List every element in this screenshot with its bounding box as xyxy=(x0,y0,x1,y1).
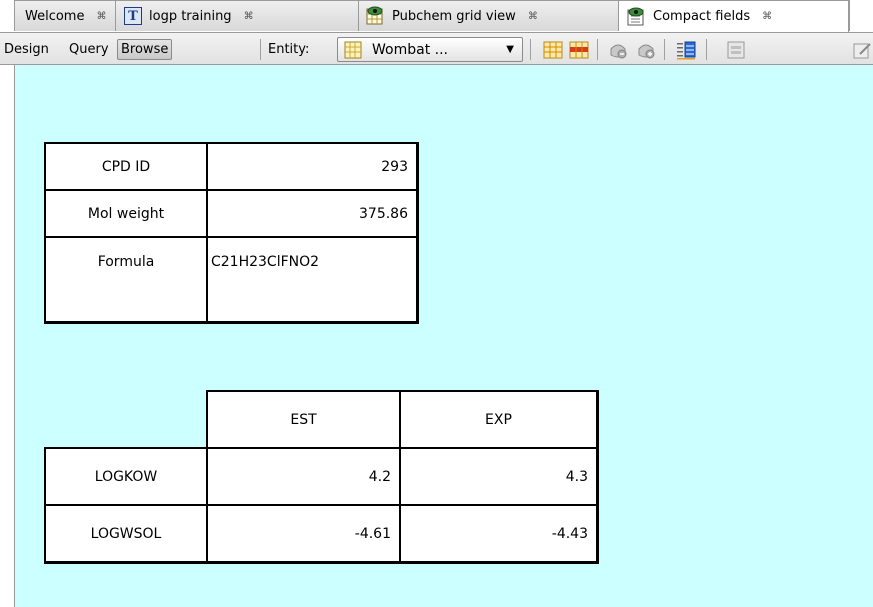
browse-mode-button[interactable]: Browse xyxy=(117,38,173,60)
tab-label: Pubchem grid view xyxy=(392,8,516,24)
design-mode-button[interactable]: Design xyxy=(4,42,49,57)
toolbar: Design Query Browse Entity: Wombat ... ▼ xyxy=(0,32,873,65)
logwsol-exp-value[interactable]: -4.43 xyxy=(399,504,599,564)
add-to-list-icon[interactable] xyxy=(636,40,656,60)
logkow-exp-value[interactable]: 4.3 xyxy=(399,447,599,507)
column-header-est: EST xyxy=(206,390,402,450)
entity-select[interactable]: Wombat ... ▼ xyxy=(337,37,523,62)
sort-icon[interactable] xyxy=(676,40,696,60)
toolbar-separator xyxy=(530,39,531,60)
tab-close-icon[interactable]: ⌘ xyxy=(244,11,254,22)
form-canvas: CPD ID 293 Mol weight 375.86 Formula C21… xyxy=(14,65,873,607)
toolbar-separator xyxy=(260,39,261,60)
query-mode-button[interactable]: Query xyxy=(69,42,109,57)
tab-label: Welcome xyxy=(25,8,85,24)
form-icon[interactable] xyxy=(726,40,746,60)
toolbar-separator xyxy=(664,39,665,60)
formula-label: Formula xyxy=(44,236,209,324)
column-header-exp: EXP xyxy=(399,390,599,450)
entity-label: Entity: xyxy=(268,41,310,57)
formula-value[interactable]: C21H23ClFNO2 xyxy=(206,236,419,324)
toolbar-separator xyxy=(597,39,598,60)
delete-row-icon[interactable] xyxy=(569,40,589,60)
table-icon xyxy=(344,41,362,59)
grid-view-icon xyxy=(365,6,385,26)
entity-select-value: Wombat ... xyxy=(372,41,448,58)
tab-label: logp training xyxy=(149,8,232,24)
chevron-down-icon[interactable]: ▼ xyxy=(506,44,514,55)
tab-compact-fields[interactable]: Compact fields ⌘ xyxy=(619,1,849,32)
logwsol-est-value[interactable]: -4.61 xyxy=(206,504,402,564)
tab-close-icon[interactable]: ⌘ xyxy=(528,11,538,22)
remove-from-list-icon[interactable] xyxy=(608,40,628,60)
mol-weight-label: Mol weight xyxy=(44,189,209,239)
tab-close-icon[interactable]: ⌘ xyxy=(762,11,772,22)
logwsol-row-label: LOGWSOL xyxy=(44,504,209,564)
logkow-row-label: LOGKOW xyxy=(44,447,209,507)
toolbar-separator xyxy=(706,39,707,60)
text-t-icon: T xyxy=(124,7,142,25)
tab-bar: Welcome ⌘ T logp training ⌘ Pubchem grid… xyxy=(0,0,873,32)
tab-logp-training[interactable]: T logp training ⌘ xyxy=(116,1,359,31)
edit-icon[interactable] xyxy=(852,40,872,60)
tab-label: Compact fields xyxy=(653,9,751,24)
logkow-est-value[interactable]: 4.2 xyxy=(206,447,402,507)
tab-pubchem-grid-view[interactable]: Pubchem grid view ⌘ xyxy=(359,1,619,31)
mol-weight-value[interactable]: 375.86 xyxy=(206,189,419,239)
tab-close-icon[interactable]: ⌘ xyxy=(96,11,106,22)
form-view-icon xyxy=(626,7,646,27)
cpd-id-value[interactable]: 293 xyxy=(206,142,419,192)
tab-welcome[interactable]: Welcome ⌘ xyxy=(15,1,116,31)
cpd-id-label: CPD ID xyxy=(44,142,209,192)
add-row-icon[interactable] xyxy=(543,40,563,60)
